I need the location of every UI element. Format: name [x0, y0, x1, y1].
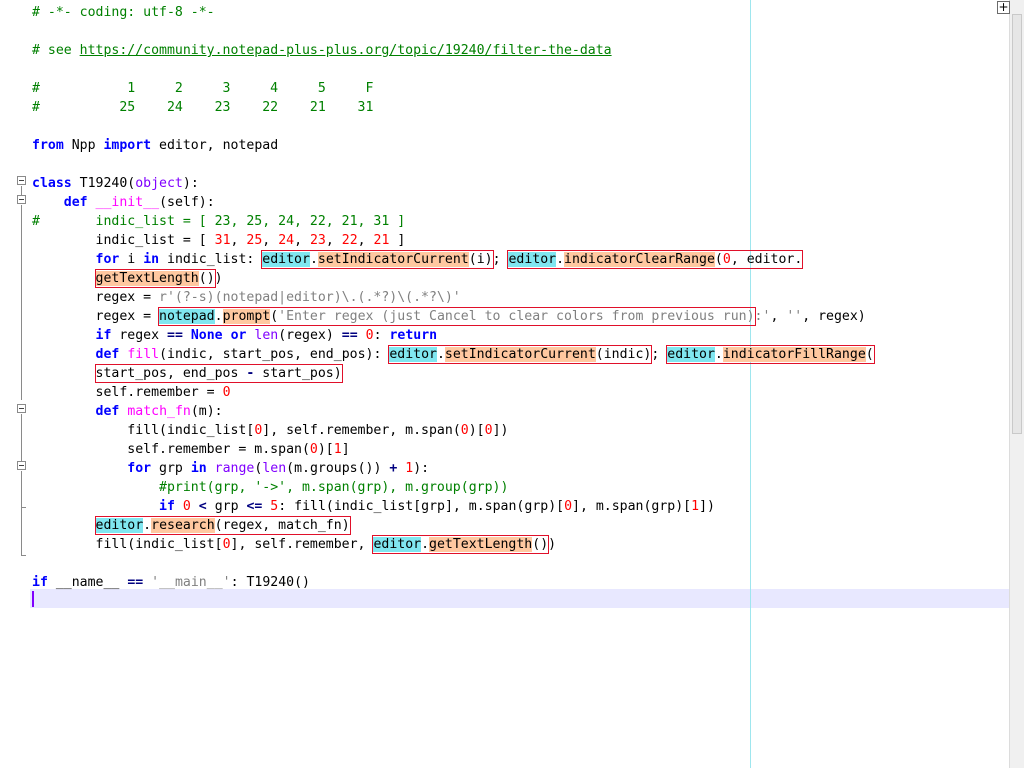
code-line[interactable]: # -*- coding: utf-8 -*- [32, 3, 874, 22]
scrollbar-thumb[interactable] [1012, 14, 1022, 434]
fold-line [21, 507, 22, 555]
code-line[interactable]: ​ [32, 155, 874, 174]
code-line[interactable]: from Npp import editor, notepad [32, 136, 874, 155]
code-line[interactable]: self.remember = m.span(0)[1] [32, 440, 874, 459]
code-line[interactable]: #print(grp, '->', m.span(grp), m.group(g… [32, 478, 874, 497]
code-line[interactable]: indic_list = [ 31, 25, 24, 23, 22, 21 ] [32, 231, 874, 250]
fold-line [21, 205, 22, 400]
indicator-box [94, 269, 216, 288]
fold-toggle-for[interactable] [17, 461, 26, 470]
code-line[interactable]: def match_fn(m): [32, 402, 874, 421]
code-line[interactable]: ​ [32, 554, 874, 573]
indicator-box [158, 307, 756, 326]
code-line[interactable]: if regex == None or len(regex) == 0: ret… [32, 326, 874, 345]
indicator-box [94, 364, 343, 383]
code-line[interactable]: ​ [32, 117, 874, 136]
fold-toggle-init[interactable] [17, 195, 26, 204]
indicator-box [261, 250, 494, 269]
code-line[interactable]: class T19240(object): [32, 174, 874, 193]
indicator-box [666, 345, 875, 364]
fold-toggle-class[interactable] [17, 176, 26, 185]
fold-margin [0, 0, 30, 768]
code-line[interactable]: if 0 < grp <= 5: fill(indic_list[grp], m… [32, 497, 874, 516]
code-line[interactable]: # indic_list = [ 23, 25, 24, 22, 21, 31 … [32, 212, 874, 231]
code-line[interactable]: regex = r'(?-s)(notepad|editor)\.(.*?)\(… [32, 288, 874, 307]
code-editor[interactable]: # -*- coding: utf-8 -*-​# see https://co… [0, 0, 1010, 768]
fold-line [21, 414, 22, 462]
code-line[interactable]: ​ [32, 60, 874, 79]
code-line[interactable]: fill(indic_list[0], self.remember, m.spa… [32, 421, 874, 440]
indicator-box [94, 516, 351, 535]
code-line[interactable]: for grp in range(len(m.groups()) + 1): [32, 459, 874, 478]
fold-end [21, 555, 26, 556]
code-line[interactable]: self.remember = 0 [32, 383, 874, 402]
fold-toggle-match-fn[interactable] [17, 404, 26, 413]
code-line[interactable]: # see https://community.notepad-plus-plu… [32, 41, 874, 60]
vertical-scrollbar[interactable] [1009, 0, 1024, 768]
indicator-box [372, 535, 550, 554]
code-line[interactable]: def __init__(self): [32, 193, 874, 212]
code-line[interactable]: if __name__ == '__main__': T19240() [32, 573, 874, 592]
code-line[interactable]: ​ [32, 592, 874, 611]
code-line[interactable]: # 25 24 23 22 21 31 [32, 98, 874, 117]
code-line[interactable]: # 1 2 3 4 5 F [32, 79, 874, 98]
text-caret [32, 591, 34, 607]
code-line[interactable]: ​ [32, 22, 874, 41]
indicator-box [507, 250, 804, 269]
fold-line [21, 471, 22, 507]
add-button[interactable]: + [997, 1, 1010, 14]
indicator-box [388, 345, 653, 364]
